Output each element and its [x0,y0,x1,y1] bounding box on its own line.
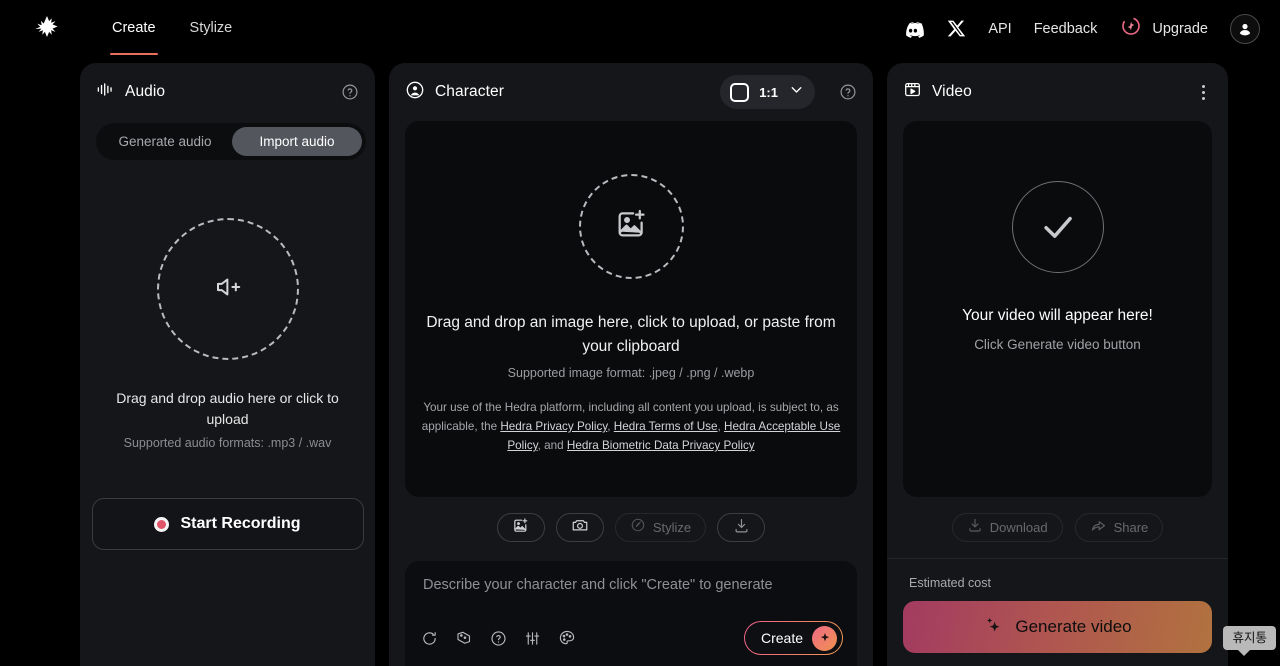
more-vertical-icon[interactable] [1194,83,1212,101]
video-share-button[interactable]: Share [1074,513,1164,542]
download-icon [967,517,983,538]
character-panel-header: Character 1:1 [389,63,873,121]
audio-panel-header: Audio [80,63,375,121]
start-recording-label: Start Recording [180,515,301,532]
discord-icon[interactable] [901,17,925,41]
audio-panel: Audio Generate audio Import audio Drag a… [80,63,375,666]
stylize-button[interactable]: Stylize [614,513,707,542]
feedback-link[interactable]: Feedback [1034,21,1098,37]
legal-sep-3: , and [537,439,567,452]
video-clapperboard-icon [903,80,922,104]
tab-generate-audio[interactable]: Generate audio [100,127,230,156]
aspect-ratio-selector[interactable]: 1:1 [720,75,815,109]
prompt-toolbar: Create [421,621,843,655]
tab-import-audio[interactable]: Import audio [232,127,362,156]
main-nav: Create Stylize [100,0,244,57]
tab-create[interactable]: Create [100,2,168,55]
user-circle-icon [405,80,425,105]
link-terms-of-use[interactable]: Hedra Terms of Use [614,420,718,433]
prompt-icon-group [421,629,576,647]
record-dot-icon [154,516,170,532]
aspect-ratio-value: 1:1 [759,84,778,100]
character-dropzone[interactable]: Drag and drop an image here, click to up… [405,121,857,497]
palette-icon[interactable] [558,629,576,647]
trash-tooltip: 휴지통 [1223,626,1276,656]
stylize-label: Stylize [652,520,692,535]
audio-waveform-icon [96,80,115,104]
hedra-logo-icon[interactable] [30,12,64,46]
stylize-icon [630,517,646,538]
audio-upload-circle[interactable] [156,218,299,360]
upload-image-button[interactable] [496,513,545,542]
video-panel: Video Your video will appear here! Click… [887,63,1228,666]
header-actions: API Feedback Upgrade [901,13,1260,44]
audio-dropzone-title: Drag and drop audio here or click to upl… [116,390,339,427]
download-button[interactable] [717,513,766,542]
character-dropzone-title: Drag and drop an image here, click to up… [426,314,836,355]
legal-text: Your use of the Hedra platform, includin… [411,398,851,455]
character-panel-title: Character [435,83,504,100]
audio-panel-title: Audio [125,83,166,100]
sparkles-icon [983,615,1003,640]
chevron-down-icon [788,81,805,103]
camera-button[interactable] [555,513,604,542]
audio-dropzone[interactable]: Drag and drop audio here or click to upl… [80,160,375,666]
image-plus-icon [614,207,648,246]
generate-video-label: Generate video [1015,617,1132,636]
video-empty-sub: Click Generate video button [974,337,1141,352]
estimated-cost-label: Estimated cost [909,576,991,590]
download-icon [733,517,750,539]
dice-icon[interactable] [455,629,473,647]
sliders-icon[interactable] [524,630,541,647]
generate-video-button[interactable]: Generate video [903,601,1212,653]
sparkle-icon [812,625,837,651]
character-prompt-box[interactable]: Describe your character and click "Creat… [405,561,857,666]
link-privacy-policy[interactable]: Hedra Privacy Policy [500,420,607,433]
link-biometric-data-privacy-policy[interactable]: Hedra Biometric Data Privacy Policy [567,439,755,452]
upgrade-label: Upgrade [1152,20,1208,37]
character-dropzone-sub: Supported image format: .jpeg / .png / .… [507,366,755,380]
character-upload-circle[interactable] [578,174,684,279]
sparkle-orbit-icon [1119,14,1143,43]
check-circle-icon [1011,181,1104,273]
speaker-plus-icon [213,272,243,307]
help-circle-icon[interactable] [341,83,359,101]
video-panel-title: Video [932,83,972,100]
image-plus-icon [512,517,529,539]
video-panel-header: Video [887,63,1228,121]
user-avatar-icon[interactable] [1230,13,1260,44]
video-share-label: Share [1113,520,1149,535]
refresh-icon[interactable] [421,630,438,647]
audio-dropzone-sub: Supported audio formats: .mp3 / .wav [123,436,332,450]
create-button[interactable]: Create [744,621,843,655]
square-icon [730,82,750,102]
camera-icon [571,516,589,539]
x-twitter-icon[interactable] [947,19,966,38]
tab-stylize[interactable]: Stylize [178,2,245,55]
video-preview-area: Your video will appear here! Click Gener… [903,121,1212,497]
video-actions: Download Share [887,513,1228,542]
start-recording-button[interactable]: Start Recording [91,498,364,550]
app-header: Create Stylize API Feedback Upgrade [0,0,1280,57]
create-label: Create [760,630,803,646]
api-link[interactable]: API [988,21,1011,37]
character-panel: Character 1:1 Drag and drop an image her… [389,63,873,666]
upgrade-button[interactable]: Upgrade [1119,14,1208,43]
video-empty-title: Your video will appear here! [962,307,1153,324]
help-circle-icon[interactable] [490,630,507,647]
workspace: Audio Generate audio Import audio Drag a… [0,57,1280,666]
video-download-label: Download [989,520,1048,535]
audio-mode-toggle: Generate audio Import audio [96,123,366,160]
character-prompt-input[interactable]: Describe your character and click "Creat… [423,577,839,593]
character-toolbar: Stylize [389,513,873,542]
video-download-button[interactable]: Download [951,513,1063,542]
help-circle-icon[interactable] [839,83,857,101]
share-arrow-icon [1090,517,1107,539]
